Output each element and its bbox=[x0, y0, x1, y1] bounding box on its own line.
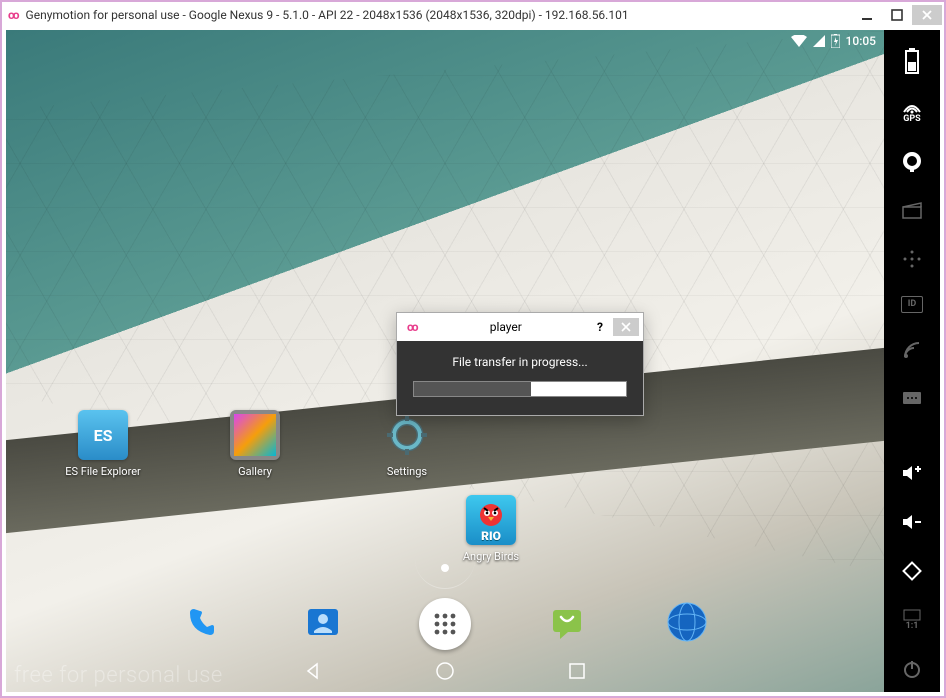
app-label: ES File Explorer bbox=[65, 465, 141, 478]
app-angry-birds[interactable]: RIO Angry Birds bbox=[456, 495, 526, 563]
scale-label: 1:1 bbox=[906, 621, 919, 631]
dock-messaging[interactable] bbox=[543, 598, 591, 646]
genymotion-logo-icon: oo bbox=[8, 8, 18, 22]
battery-icon[interactable] bbox=[898, 48, 926, 74]
battery-charging-icon bbox=[831, 34, 840, 48]
network-icon[interactable] bbox=[898, 339, 926, 362]
dock bbox=[6, 598, 884, 650]
player-help-button[interactable]: ? bbox=[587, 318, 613, 336]
app-drawer-button[interactable] bbox=[419, 598, 471, 650]
gps-icon[interactable]: GPS bbox=[898, 100, 926, 124]
progress-fill bbox=[414, 382, 531, 396]
nav-recent-button[interactable] bbox=[566, 660, 588, 682]
app-settings[interactable]: Settings bbox=[372, 410, 442, 478]
dock-browser[interactable] bbox=[663, 598, 711, 646]
app-label: Gallery bbox=[238, 465, 272, 478]
emulator-toolbar: GPS ID 1:1 bbox=[884, 30, 940, 692]
rotate-icon[interactable] bbox=[898, 559, 926, 583]
player-dialog: oo player ? File transfer in progress... bbox=[396, 312, 644, 416]
player-titlebar[interactable]: oo player ? bbox=[397, 313, 643, 341]
power-icon[interactable] bbox=[898, 657, 926, 680]
app-es-file-explorer[interactable]: ES ES File Explorer bbox=[68, 410, 138, 478]
camera-icon[interactable] bbox=[898, 150, 926, 173]
window-title: Genymotion for personal use - Google Nex… bbox=[26, 8, 852, 22]
status-time: 10:05 bbox=[846, 34, 876, 48]
player-message: File transfer in progress... bbox=[413, 355, 627, 369]
close-button[interactable] bbox=[912, 5, 942, 25]
home-row-2: RIO Angry Birds bbox=[456, 495, 526, 563]
dock-contacts[interactable] bbox=[299, 598, 347, 646]
maximize-button[interactable] bbox=[882, 5, 912, 25]
player-title-text: player bbox=[425, 320, 587, 334]
id-icon[interactable]: ID bbox=[901, 296, 923, 313]
id-label: ID bbox=[908, 299, 916, 309]
player-body: File transfer in progress... bbox=[397, 341, 643, 415]
signal-icon bbox=[813, 35, 825, 47]
clapperboard-icon[interactable] bbox=[898, 199, 926, 222]
scale-icon[interactable]: 1:1 bbox=[898, 609, 926, 631]
android-status-bar[interactable]: 10:05 bbox=[6, 30, 884, 52]
dock-phone[interactable] bbox=[179, 598, 227, 646]
minimize-button[interactable] bbox=[852, 5, 882, 25]
content-area: GPS ID 1:1 bbox=[6, 30, 940, 692]
home-row-1: ES ES File Explorer Gallery Settings bbox=[68, 410, 442, 478]
player-close-button[interactable] bbox=[613, 318, 639, 336]
progress-bar bbox=[413, 381, 627, 397]
gps-label: GPS bbox=[903, 114, 920, 124]
window-titlebar: oo Genymotion for personal use - Google … bbox=[2, 2, 944, 28]
dpad-icon[interactable] bbox=[898, 247, 926, 270]
watermark-text: free for personal use bbox=[14, 663, 223, 688]
app-label: Settings bbox=[387, 465, 427, 478]
nav-back-button[interactable] bbox=[302, 660, 324, 682]
genymotion-logo-icon: oo bbox=[407, 320, 417, 334]
page-indicator-icon bbox=[441, 564, 449, 572]
wifi-icon bbox=[791, 35, 807, 47]
volume-down-icon[interactable] bbox=[898, 511, 926, 534]
app-gallery[interactable]: Gallery bbox=[220, 410, 290, 478]
volume-up-icon[interactable] bbox=[898, 462, 926, 485]
sms-icon[interactable] bbox=[898, 387, 926, 410]
nav-home-button[interactable] bbox=[434, 660, 456, 682]
